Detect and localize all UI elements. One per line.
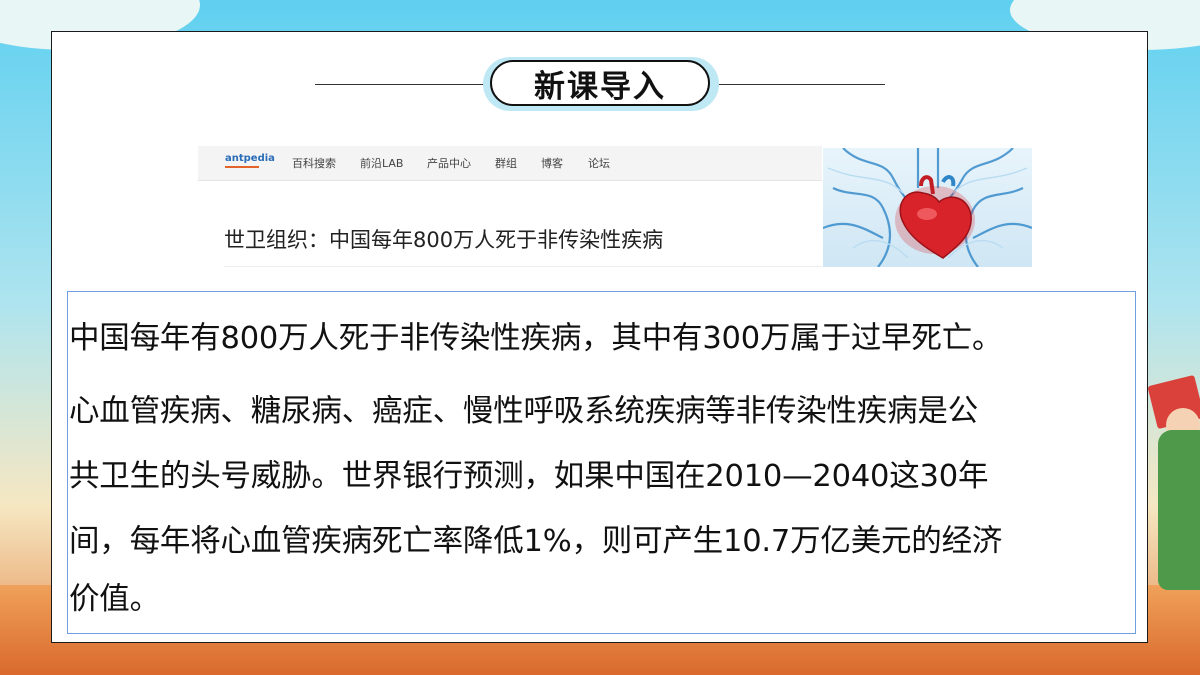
site-logo: antpedia	[225, 153, 275, 164]
body-text-line-2: 心血管疾病、糖尿病、癌症、慢性呼吸系统疾病等非传染性疾病是公	[69, 394, 978, 429]
heart-illustration	[823, 148, 1032, 267]
body-text-line-1: 中国每年有800万人死于非传染性疾病，其中有300万属于过早死亡。	[69, 321, 1003, 356]
nav-item-products: 产品中心	[427, 157, 471, 170]
headline-divider	[224, 266, 822, 267]
section-title: 新课导入	[490, 60, 710, 106]
nav-item-lab: 前沿LAB	[360, 157, 404, 170]
site-logo-underline	[225, 166, 259, 168]
title-divider-left	[315, 84, 485, 85]
nav-item-blog: 博客	[541, 157, 563, 170]
title-divider-right	[717, 84, 885, 85]
character-illustration-body	[1158, 430, 1200, 590]
body-text-line-4: 间，每年将心血管疾病死亡率降低1%，则可产生10.7万亿美元的经济	[69, 524, 1003, 559]
body-text-line-3: 共卫生的头号威胁。世界银行预测，如果中国在2010—2040这30年	[69, 459, 989, 494]
nav-item-forum: 论坛	[588, 157, 610, 170]
nav-item-baike-search: 百科搜索	[292, 157, 336, 170]
article-headline: 世卫组织：中国每年800万人死于非传染性疾病	[224, 228, 664, 252]
web-article-screenshot: antpedia 百科搜索 前沿LAB 产品中心 群组 博客 论坛 世卫组织：中…	[198, 146, 1032, 267]
nav-item-groups: 群组	[495, 157, 517, 170]
body-text-line-5: 价值。	[69, 582, 160, 617]
website-nav-bar: antpedia 百科搜索 前沿LAB 产品中心 群组 博客 论坛	[198, 146, 822, 181]
heart-anatomy-icon	[823, 148, 1032, 267]
